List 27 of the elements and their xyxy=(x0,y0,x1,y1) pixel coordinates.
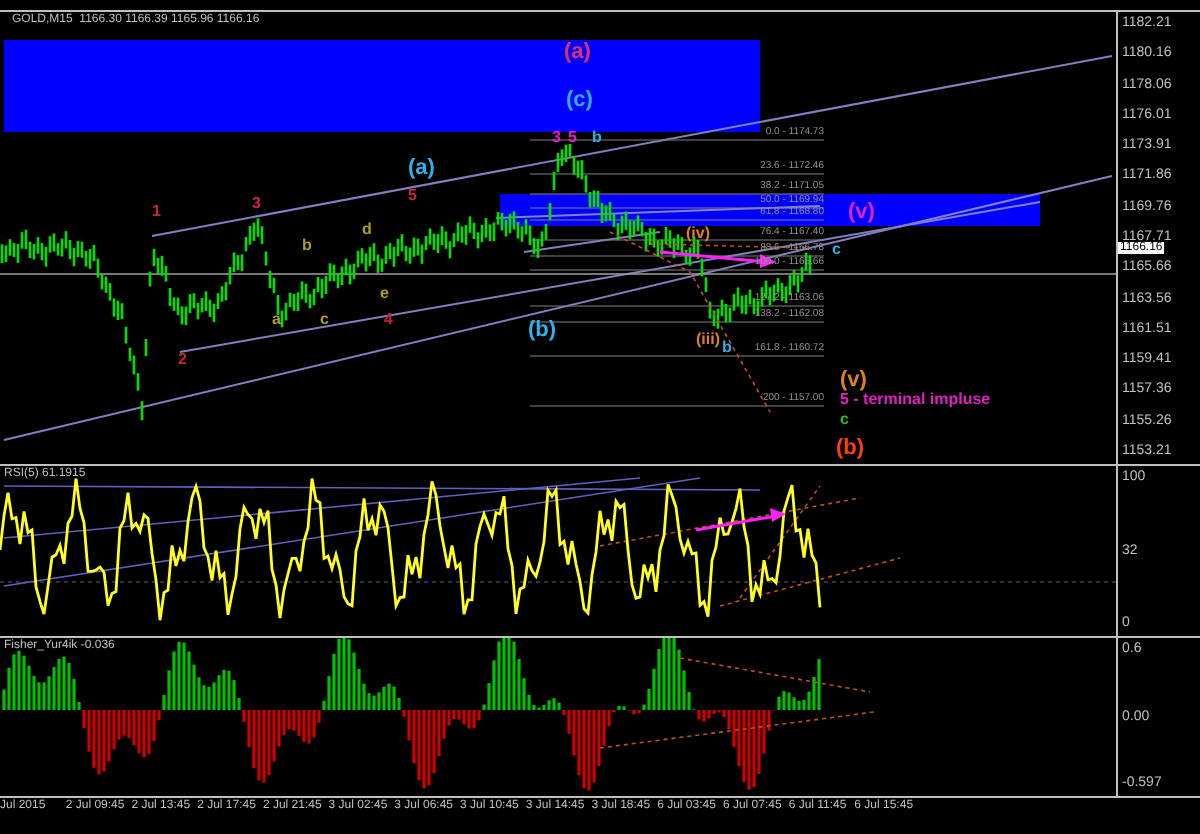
wave-label: 3 xyxy=(552,130,561,146)
wave-label: (iv) xyxy=(686,226,710,242)
wave-label: 2 xyxy=(178,352,187,368)
wave-label: 5 xyxy=(408,188,417,204)
wave-label: b xyxy=(592,130,602,146)
wave-label: (iii) xyxy=(696,332,720,348)
wave-label: (v) xyxy=(840,368,867,392)
wave-label: 5 - terminal impluse xyxy=(840,392,991,408)
wave-label: 3 xyxy=(252,196,261,212)
arrow-icon xyxy=(695,508,786,532)
wave-label: b xyxy=(302,238,312,254)
wave-label: 1 xyxy=(152,204,161,220)
wave-label: d xyxy=(362,222,372,238)
wave-label: (a) xyxy=(564,40,591,64)
wave-label: (c) xyxy=(566,88,593,112)
wave-label: a xyxy=(272,312,281,328)
wave-label: c xyxy=(320,312,329,328)
wave-label: (v) xyxy=(848,200,875,224)
wave-label: 5 xyxy=(568,130,577,146)
wave-label: (b) xyxy=(528,318,557,342)
arrow-icon xyxy=(659,250,776,268)
wave-label: (b) xyxy=(836,436,865,460)
wave-label: c xyxy=(832,242,841,258)
wave-label: b xyxy=(722,340,732,356)
wave-label: c xyxy=(840,412,849,428)
wave-label: (a) xyxy=(408,156,435,180)
wave-label: e xyxy=(380,286,389,302)
